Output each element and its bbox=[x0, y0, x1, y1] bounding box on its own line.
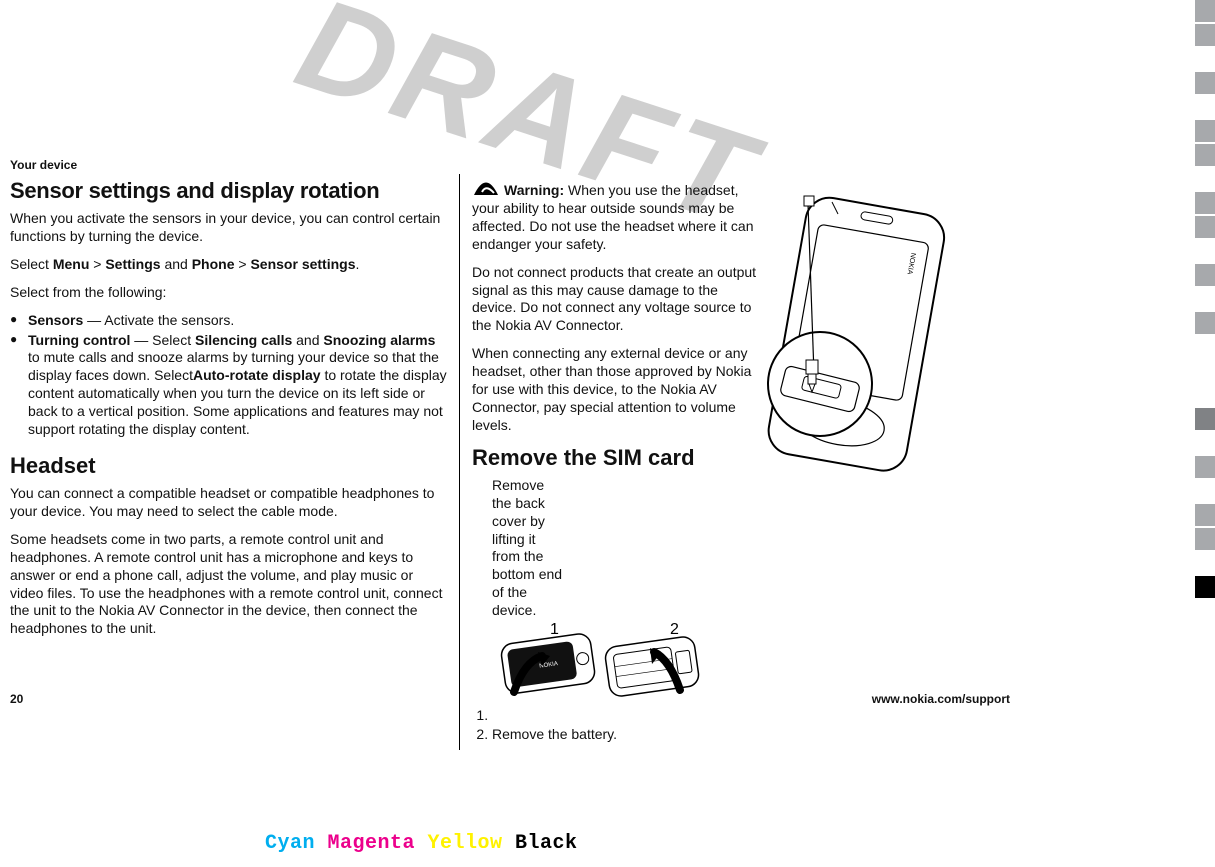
sim-step-1: Remove the back cover by lifting it from… bbox=[492, 477, 760, 720]
warning-paragraph: Warning: When you use the headset, your … bbox=[472, 178, 760, 254]
cmyk-magenta: Magenta bbox=[328, 832, 428, 855]
text-fragment: — Select bbox=[130, 332, 195, 348]
headset-heading: Headset bbox=[10, 453, 447, 479]
color-swatch bbox=[1195, 0, 1215, 22]
silencing-calls-label: Silencing calls bbox=[195, 332, 292, 348]
cmyk-yellow: Yellow bbox=[428, 832, 516, 855]
color-swatch bbox=[1195, 120, 1215, 142]
color-swatch bbox=[1195, 24, 1215, 46]
text-fragment: Select bbox=[10, 256, 53, 272]
color-swatch bbox=[1195, 552, 1215, 574]
sensor-bullets: Sensors — Activate the sensors. Turning … bbox=[10, 312, 447, 439]
sim-step1-text: Remove the back cover by lifting it from… bbox=[492, 477, 562, 618]
color-swatch-strip bbox=[1195, 0, 1215, 600]
text-fragment: . bbox=[356, 256, 360, 272]
auto-rotate-label: Auto-rotate display bbox=[193, 367, 321, 383]
sensor-settings-label: Sensor settings bbox=[250, 256, 355, 272]
color-swatch bbox=[1195, 96, 1215, 118]
sim-label-1: 1 bbox=[550, 621, 559, 638]
color-swatch bbox=[1195, 240, 1215, 262]
cmyk-registration-line: Cyan Magenta Yellow Black bbox=[265, 832, 578, 855]
color-swatch bbox=[1195, 432, 1215, 454]
color-swatch bbox=[1195, 528, 1215, 550]
select-from-text: Select from the following: bbox=[10, 284, 447, 302]
bullet-turning-control: Turning control — Select Silencing calls… bbox=[10, 332, 447, 439]
text-fragment: and bbox=[292, 332, 323, 348]
color-swatch bbox=[1195, 288, 1215, 310]
warning-p2: Do not connect products that create an o… bbox=[472, 264, 760, 336]
color-swatch bbox=[1195, 216, 1215, 238]
color-swatch bbox=[1195, 480, 1215, 502]
sim-label-2: 2 bbox=[670, 621, 679, 638]
color-swatch bbox=[1195, 576, 1215, 598]
text-fragment: > bbox=[89, 256, 105, 272]
color-swatch bbox=[1195, 48, 1215, 70]
bullet-sensors: Sensors — Activate the sensors. bbox=[10, 312, 447, 330]
cmyk-black: Black bbox=[515, 832, 578, 855]
color-swatch bbox=[1195, 336, 1215, 358]
color-swatch bbox=[1195, 384, 1215, 406]
text-fragment: and bbox=[161, 256, 192, 272]
turning-control-label: Turning control bbox=[28, 332, 130, 348]
color-swatch bbox=[1195, 360, 1215, 382]
warning-p3: When connecting any external device or a… bbox=[472, 345, 760, 435]
color-swatch bbox=[1195, 504, 1215, 526]
color-swatch bbox=[1195, 72, 1215, 94]
sim-heading: Remove the SIM card bbox=[472, 445, 760, 471]
headset-connector-illustration: NOKIA bbox=[760, 174, 990, 484]
sim-illustration: NOKIA 1 bbox=[492, 620, 702, 720]
warning-icon bbox=[472, 178, 500, 198]
running-head: Your device bbox=[10, 158, 1010, 172]
color-swatch bbox=[1195, 312, 1215, 334]
sensors-label: Sensors bbox=[28, 312, 83, 328]
snoozing-alarms-label: Snoozing alarms bbox=[323, 332, 435, 348]
phone-label: Phone bbox=[192, 256, 235, 272]
color-swatch bbox=[1195, 456, 1215, 478]
color-swatch bbox=[1195, 192, 1215, 214]
text-fragment: > bbox=[235, 256, 251, 272]
warning-label: Warning: bbox=[504, 182, 564, 198]
color-swatch bbox=[1195, 264, 1215, 286]
menu-label: Menu bbox=[53, 256, 90, 272]
color-swatch bbox=[1195, 168, 1215, 190]
sensor-heading: Sensor settings and display rotation bbox=[10, 178, 447, 204]
right-column: Warning: When you use the headset, your … bbox=[460, 174, 1000, 750]
sim-step-2: Remove the battery. bbox=[492, 726, 760, 744]
headset-p2: Some headsets come in two parts, a remot… bbox=[10, 531, 447, 638]
sensor-select-line: Select Menu > Settings and Phone > Senso… bbox=[10, 256, 447, 274]
settings-label: Settings bbox=[105, 256, 160, 272]
sim-steps: Remove the back cover by lifting it from… bbox=[472, 477, 760, 744]
color-swatch bbox=[1195, 408, 1215, 430]
text-fragment: — Activate the sensors. bbox=[83, 312, 234, 328]
color-swatch bbox=[1195, 144, 1215, 166]
left-column: Sensor settings and display rotation Whe… bbox=[10, 174, 460, 750]
sensor-intro: When you activate the sensors in your de… bbox=[10, 210, 447, 246]
headset-p1: You can connect a compatible headset or … bbox=[10, 485, 447, 521]
cmyk-cyan: Cyan bbox=[265, 832, 328, 855]
